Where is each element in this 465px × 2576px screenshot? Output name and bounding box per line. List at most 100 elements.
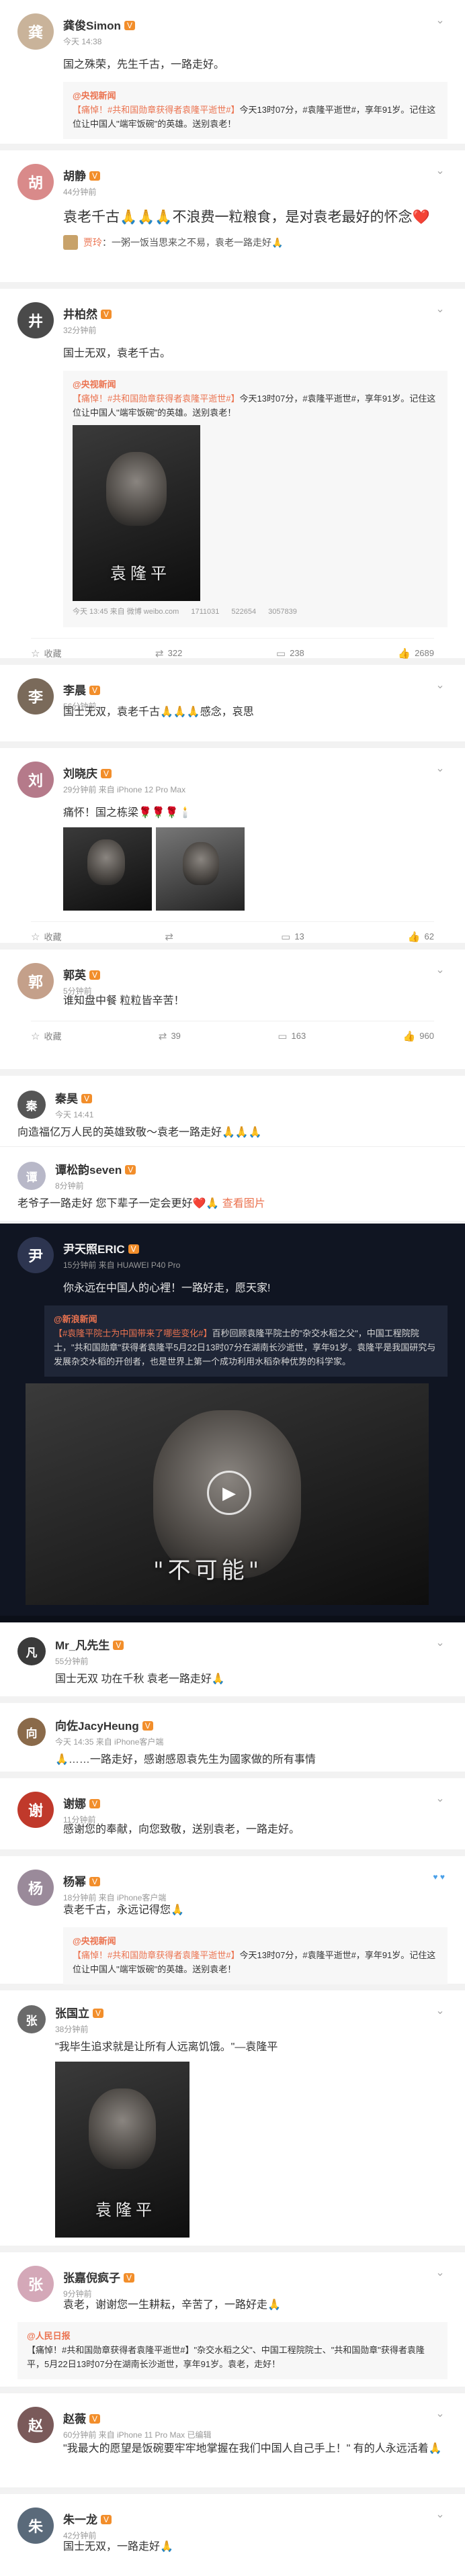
avatar[interactable]: 胡: [17, 164, 54, 200]
avatar[interactable]: 张: [17, 2266, 54, 2302]
avatar: [63, 235, 78, 250]
username[interactable]: Mr_凡先生: [55, 1639, 110, 1652]
repost-block[interactable]: @央视新闻 【痛悼！#共和国勋章获得者袁隆平逝世#】今天13时07分，#袁隆平逝…: [63, 82, 448, 139]
avatar[interactable]: 郭: [17, 963, 54, 999]
repost-tag[interactable]: 【痛悼！#共和国勋章获得者袁隆平逝世#】: [73, 1950, 239, 1960]
chevron-down-icon[interactable]: ⌄: [433, 13, 448, 28]
chevron-down-icon[interactable]: ⌄: [433, 2407, 448, 2422]
post-zhuyilong: 朱 朱一龙 V 42分钟前 ⌄ 国士无双，一路走好🙏: [0, 2494, 465, 2576]
repost-author[interactable]: @人民日报: [27, 2329, 438, 2343]
chevron-down-icon[interactable]: ⌄: [433, 1792, 448, 1806]
chevron-down-icon[interactable]: ⌄: [433, 1636, 448, 1651]
username[interactable]: 谢娜: [63, 1798, 86, 1810]
avatar[interactable]: 谭: [17, 1162, 46, 1190]
repost-author[interactable]: @央视新闻: [73, 89, 438, 103]
avatar[interactable]: 井: [17, 302, 54, 338]
post-gongjun: 龚 龚俊Simon V 今天 14:38 ⌄ 国之殊荣，先生千古，一路走好。 @央…: [0, 0, 465, 150]
avatar[interactable]: 凡: [17, 1637, 46, 1665]
username[interactable]: 赵薇: [63, 2413, 86, 2426]
username[interactable]: 李晨: [63, 684, 86, 697]
repost-author[interactable]: @央视新闻: [73, 377, 438, 392]
star-icon: ☆: [31, 647, 40, 659]
repost-block[interactable]: @新浪新闻 【#袁隆平院士为中国带来了哪些变化#】百秒回顾袁隆平院士的"杂交水稻…: [44, 1305, 448, 1377]
video-caption: "不可能": [153, 1557, 263, 1584]
like-button[interactable]: 👍 960: [403, 1029, 434, 1042]
favorite-button[interactable]: ☆ 收藏: [31, 1029, 61, 1042]
favorite-button[interactable]: ☆ 收藏: [31, 930, 61, 943]
username[interactable]: 井柏然: [63, 308, 97, 321]
username[interactable]: 胡静: [63, 170, 86, 183]
username[interactable]: 张嘉倪疯子: [63, 2272, 120, 2285]
photo-thumb[interactable]: [63, 827, 152, 911]
repost-author[interactable]: @央视新闻: [73, 1934, 438, 1948]
comment-icon: ▭: [278, 1030, 288, 1042]
verified-badge: V: [89, 1799, 101, 1808]
repost-button[interactable]: ⇄ 39: [159, 1029, 181, 1042]
username[interactable]: 张国立: [55, 2007, 89, 2020]
post-yangmi: ♥ ♥ 杨 杨幂 V 18分钟前 来自 iPhone客户端 袁老千古，永远记得您🙏…: [0, 1856, 465, 1990]
avatar[interactable]: 朱: [17, 2508, 54, 2544]
avatar[interactable]: 向: [17, 1718, 46, 1746]
favorite-button[interactable]: ☆ 收藏: [31, 647, 61, 659]
play-icon[interactable]: ▶: [207, 1471, 251, 1515]
post-qinhao: 秦 秦昊 V 今天 14:41 向造福亿万人民的英雄致敬～袁老一路走好🙏🙏🙏: [0, 1076, 465, 1147]
repost-tag[interactable]: 【痛悼！#共和国勋章获得者袁隆平逝世#】: [73, 105, 239, 115]
like-button[interactable]: 👍 2689: [398, 647, 434, 659]
avatar[interactable]: 秦: [17, 1091, 46, 1119]
star-icon: ☆: [31, 931, 40, 943]
comment-button[interactable]: ▭ 13: [281, 930, 304, 943]
comment-button[interactable]: ▭ 163: [278, 1029, 306, 1042]
avatar[interactable]: 赵: [17, 2407, 54, 2443]
username[interactable]: 谭松韵seven: [55, 1164, 122, 1177]
chevron-down-icon[interactable]: ⌄: [433, 963, 448, 978]
action-bar: ☆ 收藏 ⇄ 39 ▭ 163 👍 960: [31, 1021, 434, 1042]
comment-reply[interactable]: 贾玲： 一粥一饭当思来之不易，袁老一路走好🙏: [63, 235, 448, 250]
memorial-photo[interactable]: 袁隆平: [73, 425, 200, 601]
reply-author[interactable]: 贾玲: [83, 236, 102, 249]
avatar[interactable]: 张: [17, 2005, 46, 2033]
chevron-down-icon[interactable]: ⌄: [433, 302, 448, 317]
chevron-down-icon[interactable]: ⌄: [433, 2004, 448, 2019]
chevron-down-icon[interactable]: ⌄: [433, 2508, 448, 2522]
chevron-down-icon[interactable]: ⌄: [433, 678, 448, 693]
repost-tag[interactable]: 【痛悼！#共和国勋章获得者袁隆平逝世#】: [73, 394, 239, 404]
video-player[interactable]: "不可能" ▶: [26, 1383, 429, 1605]
card-decoration: ♥ ♥: [433, 1872, 445, 1882]
repost-block[interactable]: @人民日报 【痛悼！#共和国勋章获得者袁隆平逝世#】"杂交水稻之父"、中国工程院…: [17, 2322, 448, 2379]
avatar[interactable]: 刘: [17, 762, 54, 798]
memorial-photo[interactable]: 袁隆平: [55, 2062, 189, 2238]
username[interactable]: 郭英: [63, 969, 86, 982]
avatar[interactable]: 龚: [17, 13, 54, 50]
username[interactable]: 向佐JacyHeung: [55, 1720, 139, 1733]
username[interactable]: 尹天照ERIC: [63, 1243, 125, 1256]
reply-text: 一粥一饭当思来之不易，袁老一路走好🙏: [112, 237, 284, 248]
verified-badge: V: [128, 1244, 139, 1254]
repost-button[interactable]: ⇄ 322: [155, 647, 182, 659]
avatar[interactable]: 尹: [17, 1237, 54, 1273]
avatar[interactable]: 李: [17, 678, 54, 715]
verified-badge: V: [101, 2515, 112, 2524]
repost-tag[interactable]: 【#袁隆平院士为中国带来了哪些变化#】: [54, 1328, 212, 1338]
comment-button[interactable]: ▭ 238: [276, 647, 304, 659]
view-image-link[interactable]: 查看图片: [222, 1198, 265, 1209]
post-time: 29分钟前 来自 iPhone 12 Pro Max: [63, 785, 186, 794]
repost-button[interactable]: ⇄: [165, 930, 178, 943]
username[interactable]: 秦昊: [55, 1093, 78, 1105]
post-text: 袁老千古，永远记得您🙏: [63, 1904, 184, 1916]
repost-author[interactable]: @新浪新闻: [54, 1312, 438, 1326]
post-mrfan: 凡 Mr_凡先生 V 55分钟前 ⌄ 国士无双 功在千秋 袁老一路走好🙏: [0, 1622, 465, 1703]
post-text: "我最大的愿望是饭碗要牢牢地掌握在我们中国人自己手上！" 有的人永远活着🙏: [63, 2443, 442, 2454]
repost-block[interactable]: @央视新闻 【痛悼！#共和国勋章获得者袁隆平逝世#】今天13时07分，#袁隆平逝…: [63, 1927, 448, 1984]
username[interactable]: 龚俊Simon: [63, 19, 121, 32]
chevron-down-icon[interactable]: ⌄: [433, 2266, 448, 2281]
repost-block[interactable]: @央视新闻 【痛悼！#共和国勋章获得者袁隆平逝世#】今天13时07分，#袁隆平逝…: [63, 371, 448, 627]
username[interactable]: 杨幂: [63, 1876, 86, 1888]
avatar[interactable]: 谢: [17, 1792, 54, 1828]
photo-thumb[interactable]: [156, 827, 245, 911]
username[interactable]: 朱一龙: [63, 2514, 97, 2526]
username[interactable]: 刘晓庆: [63, 768, 97, 780]
like-button[interactable]: 👍 62: [408, 930, 434, 943]
chevron-down-icon[interactable]: ⌄: [433, 762, 448, 776]
avatar[interactable]: 杨: [17, 1870, 54, 1906]
chevron-down-icon[interactable]: ⌄: [433, 164, 448, 179]
